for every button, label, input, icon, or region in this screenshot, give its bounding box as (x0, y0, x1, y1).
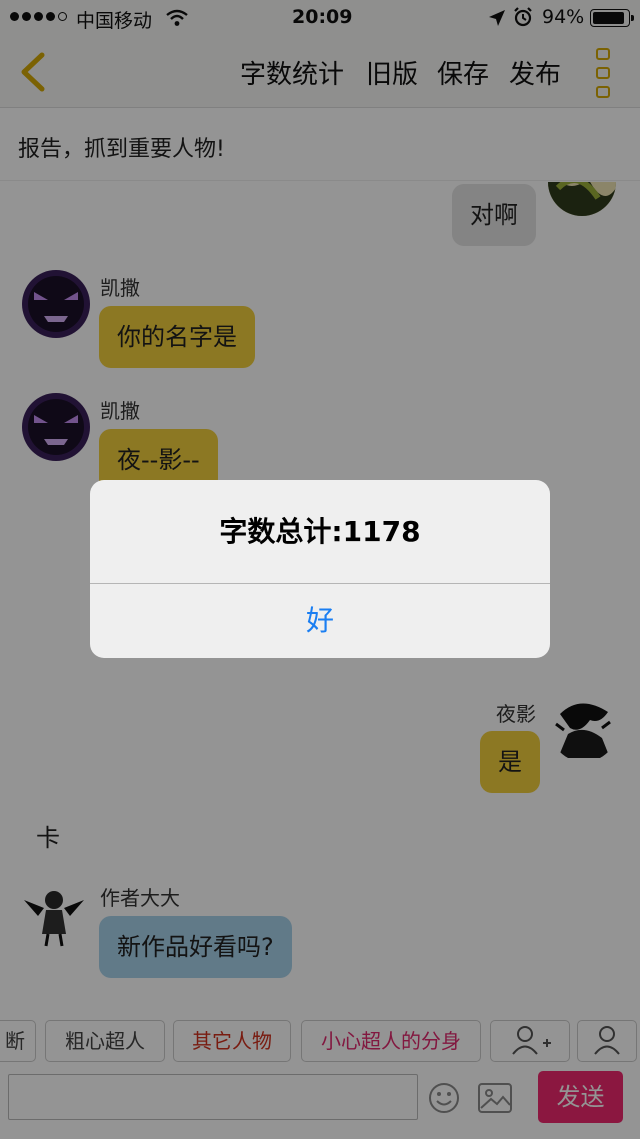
word-count-alert: 字数总计:1178 好 (90, 480, 550, 658)
alert-message: 字数总计:1178 (219, 515, 421, 548)
alert-ok-button[interactable]: 好 (90, 584, 550, 658)
